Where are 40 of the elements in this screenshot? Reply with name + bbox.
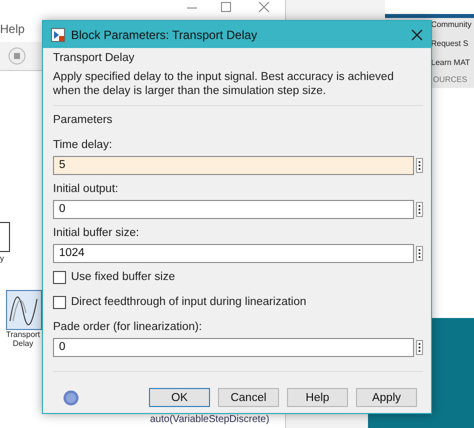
solver-status: auto(VariableStepDiscrete) — [150, 414, 270, 425]
checkbox[interactable] — [53, 296, 66, 309]
input-field[interactable]: 1024 — [53, 244, 414, 263]
section-heading: OURCES — [433, 75, 468, 84]
field-label: Pade order (for linearization): — [53, 320, 203, 333]
input-field[interactable]: 0 — [53, 338, 414, 357]
window-title: Block Parameters: Transport Delay — [71, 28, 258, 42]
menu-item[interactable]: Help — [0, 22, 25, 36]
field-label: Time delay: — [53, 138, 114, 151]
help-icon[interactable] — [63, 390, 79, 406]
group-title: Transport Delay — [53, 52, 136, 64]
checkbox-label: Direct feedthrough of input during linearization — [71, 296, 306, 308]
sine-block-icon[interactable] — [6, 290, 42, 330]
more-icon[interactable] — [418, 342, 421, 353]
more-icon[interactable] — [418, 160, 421, 171]
resource-link[interactable]: Community — [431, 20, 472, 29]
checkbox[interactable] — [53, 270, 66, 284]
block-icon — [51, 28, 65, 42]
dialog-button[interactable]: Help — [287, 388, 348, 407]
stop-icon[interactable] — [8, 47, 26, 65]
more-options-button[interactable] — [416, 158, 423, 173]
block-label: Transport Delay — [5, 330, 41, 348]
more-options-button[interactable] — [416, 202, 423, 217]
more-icon[interactable] — [418, 204, 421, 215]
close-icon[interactable] — [411, 28, 423, 40]
field-label: Initial output: — [53, 182, 120, 195]
dialog-button[interactable]: OK — [149, 388, 210, 407]
checkbox-label: Use fixed buffer size — [71, 271, 175, 284]
dialog-button[interactable]: Cancel — [218, 388, 279, 407]
field-label: Initial buffer size: — [53, 226, 140, 239]
section-title: Parameters — [53, 114, 114, 126]
input-field[interactable]: 5 — [53, 156, 414, 175]
more-icon[interactable] — [418, 248, 421, 259]
diagram-block[interactable] — [0, 222, 10, 252]
input-field[interactable]: 0 — [53, 200, 414, 219]
dialog-button[interactable]: Apply — [356, 388, 417, 407]
more-options-button[interactable] — [416, 340, 423, 355]
more-options-button[interactable] — [416, 246, 423, 261]
block-label: y — [0, 254, 4, 264]
block-description: Apply specified delay to the input signal. Best accuracy is achieved when the delay is larger than the simulation step size. — [53, 70, 395, 99]
